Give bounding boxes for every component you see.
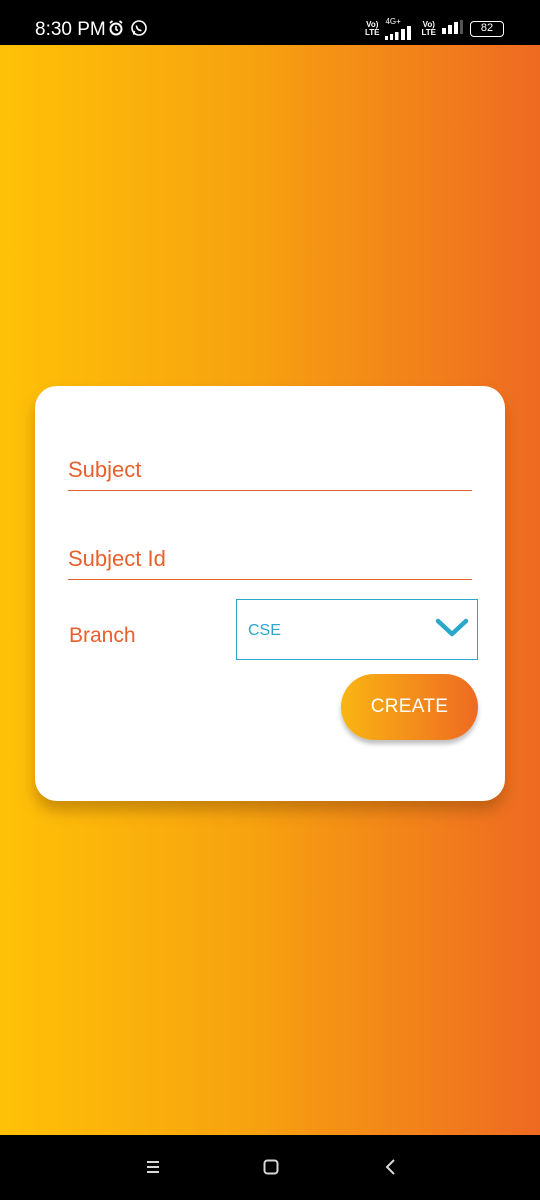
branch-selected-value: CSE (248, 622, 281, 639)
status-system-icons: Vo) LTE 4G+ Vo) LTE 82 (365, 18, 504, 40)
branch-dropdown[interactable]: CSE (236, 599, 478, 660)
signal-2-icon (442, 19, 464, 39)
menu-icon[interactable] (138, 1155, 168, 1179)
volte-2-indicator: Vo) LTE (421, 20, 436, 37)
subject-input[interactable] (68, 449, 472, 491)
signal-icon: 4G+ (385, 18, 415, 40)
whatsapp-icon (130, 19, 148, 42)
branch-label: Branch (69, 624, 136, 647)
subject-id-input[interactable] (68, 538, 472, 580)
create-subject-card: Branch CSE CREATE (35, 386, 505, 801)
back-icon[interactable] (376, 1155, 406, 1179)
home-icon[interactable] (256, 1155, 286, 1179)
network-type: 4G+ (385, 17, 401, 26)
status-bar: 8:30 PM Vo) LTE 4G+ Vo) LTE 82 (0, 0, 540, 45)
battery-icon: 82 (470, 21, 504, 37)
chevron-down-icon (435, 618, 469, 637)
status-notification-icons (108, 19, 148, 41)
status-time: 8:30 PM (35, 19, 106, 40)
alarm-icon (108, 19, 124, 41)
volte-1-indicator: Vo) LTE (364, 20, 380, 37)
create-button[interactable]: CREATE (341, 674, 478, 740)
system-nav-bar (0, 1135, 540, 1200)
